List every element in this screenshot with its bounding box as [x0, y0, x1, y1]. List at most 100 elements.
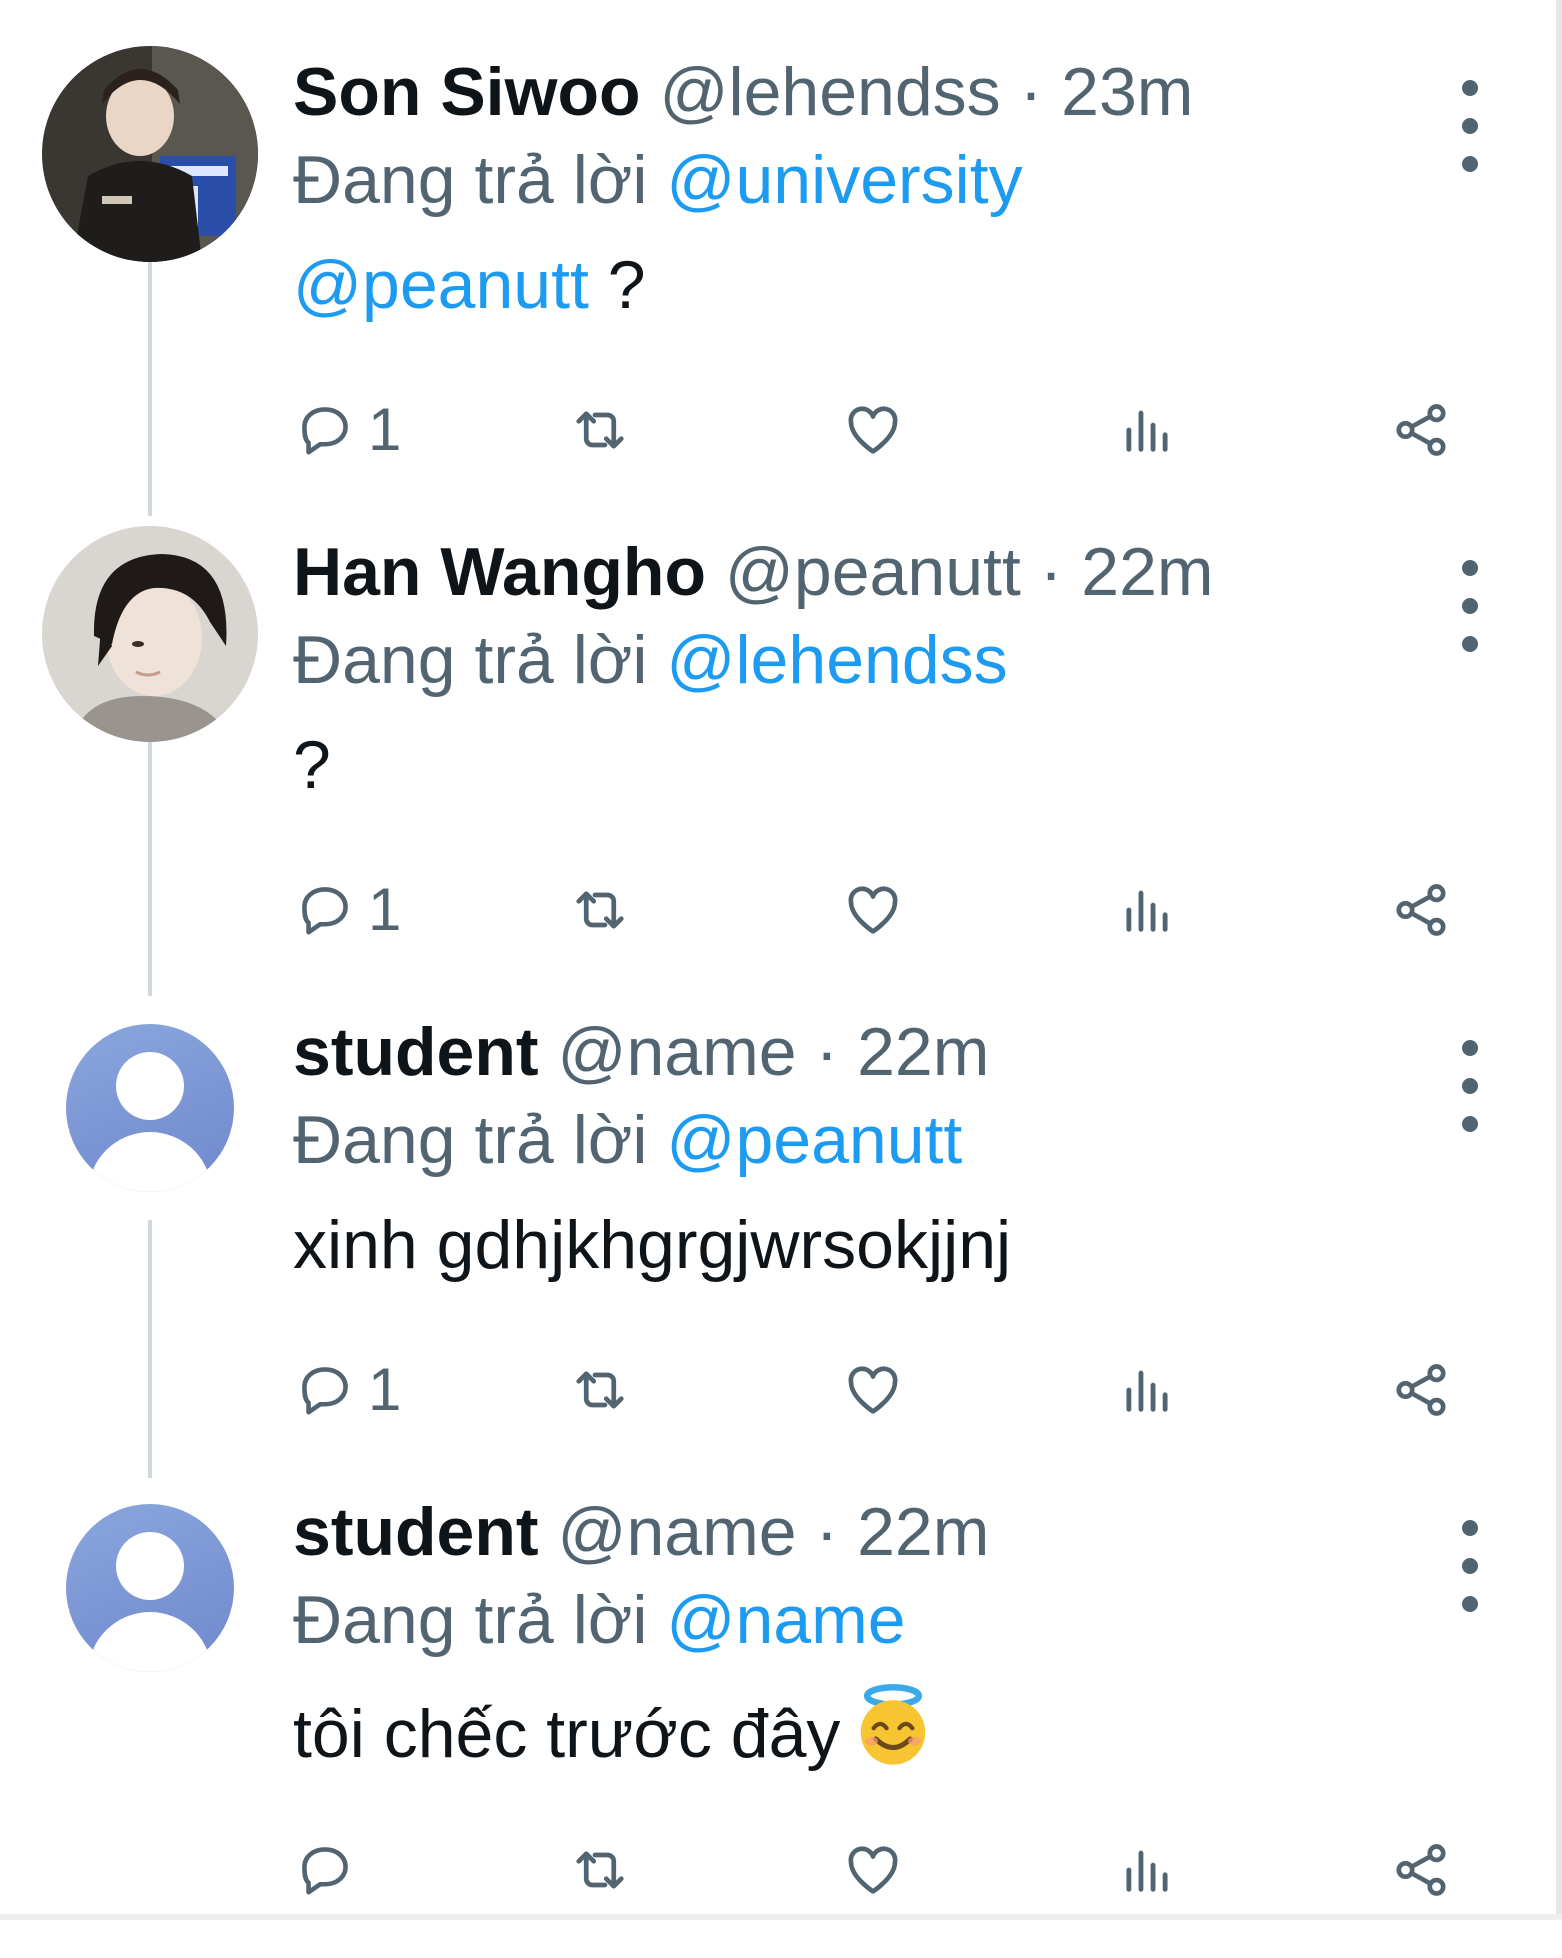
body-mention[interactable]: @peanutt — [293, 247, 589, 323]
reply-button[interactable]: 1 — [296, 872, 401, 948]
retweet-button[interactable] — [570, 1352, 630, 1428]
reply-count: 1 — [368, 396, 402, 463]
timestamp[interactable]: 23m — [1061, 54, 1193, 130]
tweet-header: student @name · 22m — [293, 1010, 989, 1094]
tweet[interactable]: student @name · 22m Đang trả lời @name t… — [0, 1478, 1562, 1958]
share-icon — [1396, 1364, 1446, 1416]
separator: · — [1039, 534, 1063, 610]
retweet-icon — [576, 411, 624, 449]
more-options-icon[interactable] — [1452, 1040, 1488, 1132]
reply-button[interactable] — [296, 1832, 368, 1908]
smiling-face-with-halo-icon — [850, 1683, 936, 1788]
reply-count: 1 — [368, 876, 402, 943]
display-name[interactable]: Son Siwoo — [293, 54, 641, 130]
replying-mention[interactable]: @lehendss — [666, 622, 1007, 698]
bar-chart-icon — [1126, 410, 1168, 452]
action-bar — [0, 1832, 1562, 1908]
like-button[interactable] — [842, 1832, 904, 1908]
timestamp[interactable]: 22m — [857, 1014, 989, 1090]
retweet-button[interactable] — [570, 1832, 630, 1908]
share-icon — [1396, 404, 1446, 456]
replying-to: Đang trả lời @university — [293, 138, 1023, 222]
like-button[interactable] — [842, 1352, 904, 1428]
default-user-icon[interactable] — [66, 1504, 234, 1672]
like-button[interactable] — [842, 872, 904, 948]
retweet-icon — [576, 891, 624, 929]
separator: · — [815, 1494, 839, 1570]
share-button[interactable] — [1390, 872, 1452, 948]
bar-chart-icon — [1126, 1370, 1168, 1412]
replying-label: Đang trả lời — [293, 142, 648, 218]
tweet-text: tôi chếc trước đây — [293, 1683, 936, 1788]
replying-to: Đang trả lời @lehendss — [293, 618, 1008, 702]
display-name[interactable]: student — [293, 1494, 539, 1570]
retweet-icon — [576, 1371, 624, 1409]
action-bar: 1 — [0, 872, 1562, 948]
avatar[interactable] — [42, 46, 258, 262]
reply-icon — [302, 1367, 348, 1415]
display-name[interactable]: student — [293, 1014, 539, 1090]
tweet[interactable]: Han Wangho @peanutt · 22m Đang trả lời @… — [0, 518, 1562, 998]
reply-icon — [302, 407, 348, 455]
tweet-header: student @name · 22m — [293, 1490, 989, 1574]
separator: · — [815, 1014, 839, 1090]
bar-chart-icon — [1126, 1850, 1168, 1892]
retweet-button[interactable] — [570, 392, 630, 468]
views-button[interactable] — [1118, 872, 1176, 948]
replying-label: Đang trả lời — [293, 1102, 648, 1178]
timestamp[interactable]: 22m — [857, 1494, 989, 1570]
heart-icon — [848, 1846, 898, 1894]
replying-label: Đang trả lời — [293, 622, 648, 698]
reply-icon — [302, 1847, 348, 1895]
handle[interactable]: @name — [557, 1014, 796, 1090]
tweet-text: ? — [293, 723, 331, 807]
body-text: tôi chếc trước đây — [293, 1696, 841, 1772]
action-bar: 1 — [0, 1352, 1562, 1428]
handle[interactable]: @peanutt — [725, 534, 1021, 610]
heart-icon — [848, 886, 898, 934]
action-bar: 1 — [0, 392, 1562, 468]
heart-icon — [848, 1366, 898, 1414]
more-options-icon[interactable] — [1452, 1520, 1488, 1612]
views-button[interactable] — [1118, 392, 1176, 468]
tweet[interactable]: Son Siwoo @lehendss · 23m Đang trả lời @… — [0, 38, 1562, 518]
tweet-header: Han Wangho @peanutt · 22m — [293, 530, 1214, 614]
tweet-header: Son Siwoo @lehendss · 23m — [293, 50, 1193, 134]
more-options-icon[interactable] — [1452, 80, 1488, 172]
retweet-button[interactable] — [570, 872, 630, 948]
tweet-text: xinh gdhjkhgrgjwrsokjjnj — [293, 1203, 1011, 1287]
share-icon — [1396, 1844, 1446, 1896]
reply-button[interactable]: 1 — [296, 392, 401, 468]
share-icon — [1396, 884, 1446, 936]
default-user-icon[interactable] — [66, 1024, 234, 1192]
replying-to: Đang trả lời @peanutt — [293, 1098, 962, 1182]
body-text: xinh gdhjkhgrgjwrsokjjnj — [293, 1207, 1012, 1283]
share-button[interactable] — [1390, 392, 1452, 468]
retweet-icon — [576, 1851, 624, 1889]
views-button[interactable] — [1118, 1832, 1176, 1908]
replying-mention[interactable]: @name — [666, 1582, 905, 1658]
timestamp[interactable]: 22m — [1081, 534, 1213, 610]
reply-count: 1 — [368, 1356, 402, 1423]
bar-chart-icon — [1126, 890, 1168, 932]
tweet-text: @peanutt ? — [293, 243, 646, 327]
more-options-icon[interactable] — [1452, 560, 1488, 652]
body-text: ? — [293, 727, 331, 803]
share-button[interactable] — [1390, 1352, 1452, 1428]
heart-icon — [848, 406, 898, 454]
separator: · — [1019, 54, 1043, 130]
share-button[interactable] — [1390, 1832, 1452, 1908]
body-text: ? — [588, 247, 646, 323]
replying-label: Đang trả lời — [293, 1582, 648, 1658]
reply-button[interactable]: 1 — [296, 1352, 401, 1428]
handle[interactable]: @name — [557, 1494, 796, 1570]
replying-mention[interactable]: @peanutt — [666, 1102, 962, 1178]
display-name[interactable]: Han Wangho — [293, 534, 706, 610]
avatar[interactable] — [42, 526, 258, 742]
views-button[interactable] — [1118, 1352, 1176, 1428]
reply-icon — [302, 887, 348, 935]
handle[interactable]: @lehendss — [659, 54, 1000, 130]
tweet[interactable]: student @name · 22m Đang trả lời @peanut… — [0, 998, 1562, 1478]
replying-mention[interactable]: @university — [666, 142, 1022, 218]
like-button[interactable] — [842, 392, 904, 468]
